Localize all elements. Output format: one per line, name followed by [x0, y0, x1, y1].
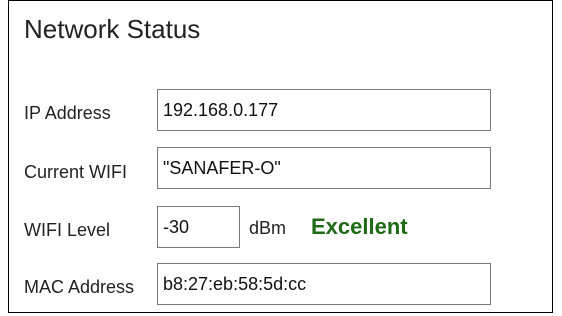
wifi-level-label: WIFI Level [24, 220, 111, 240]
panel-title: Network Status [24, 14, 201, 44]
wifi-level-field[interactable] [157, 206, 240, 248]
current-wifi-label: Current WIFI [24, 162, 128, 182]
network-status-panel: Network Status IP Address Current WIFI W… [8, 0, 553, 313]
mac-address-label: MAC Address [24, 277, 135, 297]
ip-address-field[interactable] [157, 89, 491, 131]
mac-address-field[interactable] [157, 263, 491, 305]
current-wifi-field[interactable] [157, 147, 491, 189]
wifi-quality-indicator: Excellent [311, 214, 408, 239]
wifi-level-unit: dBm [249, 218, 287, 238]
ip-address-label: IP Address [24, 103, 111, 123]
